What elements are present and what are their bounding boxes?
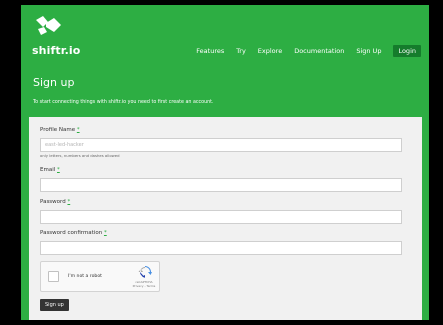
sign-up-button[interactable]: Sign up [40, 299, 69, 311]
required-marker: * [57, 167, 60, 173]
nav-sign-up[interactable]: Sign Up [356, 47, 381, 55]
nav-try[interactable]: Try [236, 47, 246, 55]
shiftr-logo-icon[interactable] [34, 14, 66, 36]
login-button[interactable]: Login [393, 45, 421, 57]
email-field[interactable] [40, 178, 402, 192]
password-confirmation-field[interactable] [40, 241, 402, 255]
nav-features[interactable]: Features [196, 47, 224, 55]
recaptcha-label: I'm not a robot [68, 274, 102, 279]
recaptcha-widget: I'm not a robot reCAPTCHA Privacy - Term… [40, 261, 160, 292]
password-field[interactable] [40, 210, 402, 224]
intro-text: To start connecting things with shiftr.i… [33, 100, 214, 105]
nav-documentation[interactable]: Documentation [294, 47, 344, 55]
email-label: Email * [40, 167, 60, 173]
required-marker: * [67, 199, 71, 205]
recaptcha-brand: reCAPTCHA Privacy - Terms [132, 280, 156, 288]
password-confirmation-label: Password confirmation * [40, 230, 107, 236]
brand-name[interactable]: shiftr.io [32, 44, 80, 57]
top-nav: Features Try Explore Documentation Sign … [196, 45, 421, 57]
required-marker: * [76, 127, 80, 133]
recaptcha-icon [138, 266, 152, 278]
profile-name-placeholder: east-led-hacker [45, 142, 84, 148]
recaptcha-checkbox[interactable] [48, 271, 59, 282]
profile-name-label: Profile Name * [40, 127, 80, 133]
profile-name-input[interactable]: east-led-hacker [40, 138, 402, 152]
nav-explore[interactable]: Explore [258, 47, 282, 55]
profile-name-hint: only letters, numbers and dashes allowed [40, 153, 120, 158]
page-title: Sign up [33, 76, 75, 89]
browser-frame: shiftr.io Features Try Explore Documenta… [21, 5, 429, 320]
required-marker: * [103, 230, 107, 236]
password-label: Password * [40, 199, 71, 205]
